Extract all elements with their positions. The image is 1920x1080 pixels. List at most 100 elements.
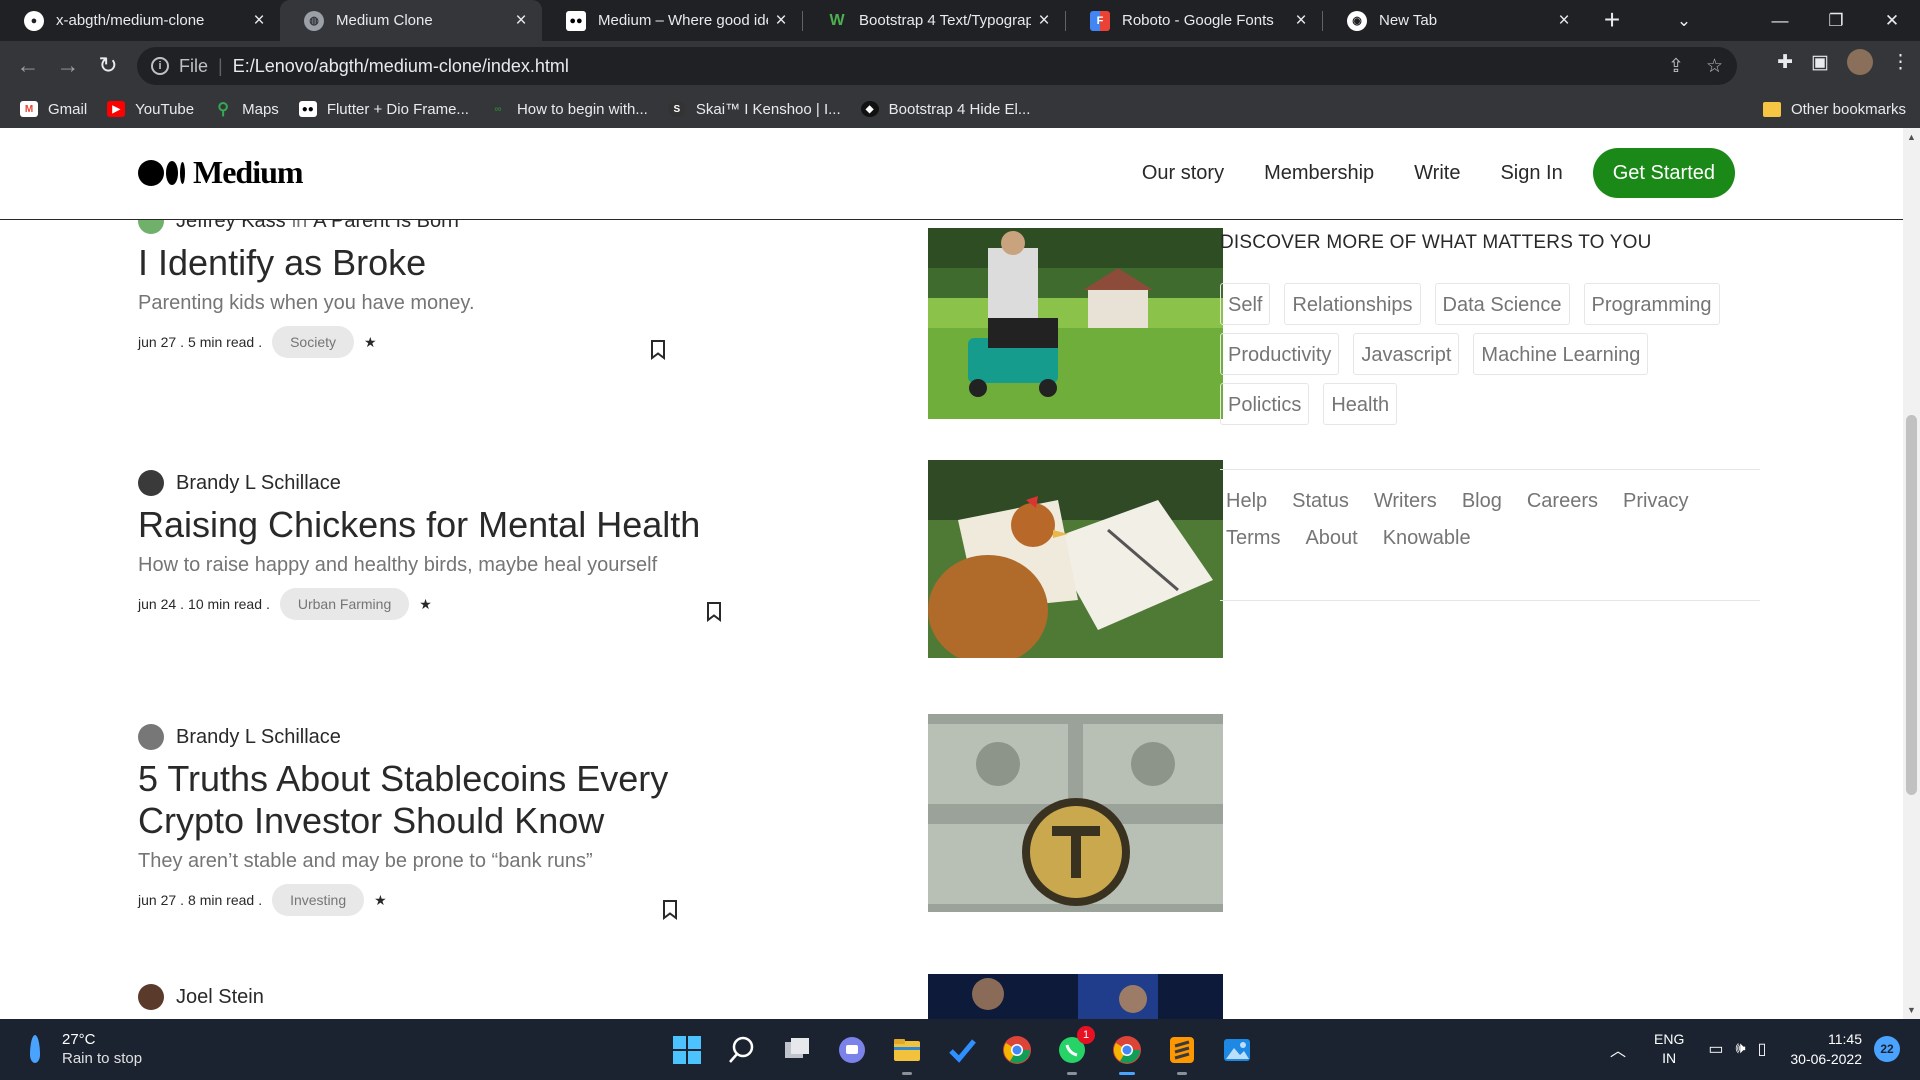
menu-icon[interactable]: ⋮ <box>1891 51 1910 74</box>
extensions-icon[interactable]: ✚ <box>1777 51 1793 74</box>
close-icon[interactable]: × <box>1551 10 1577 32</box>
new-tab-button[interactable]: + <box>1596 4 1628 36</box>
scroll-down-arrow[interactable]: ▼ <box>1903 1005 1920 1015</box>
battery-icon[interactable]: ▯ <box>1758 1039 1767 1059</box>
todo-button[interactable] <box>943 1031 981 1069</box>
tab-bootstrap[interactable]: W Bootstrap 4 Text/Typography × <box>803 0 1065 41</box>
tab-medium[interactable]: ●● Medium – Where good ideas find you × <box>542 0 802 41</box>
footer-link-terms[interactable]: Terms <box>1226 527 1280 550</box>
close-icon[interactable]: × <box>508 10 534 32</box>
share-icon[interactable]: ⇪ <box>1668 55 1684 78</box>
topic-chip[interactable]: Health <box>1323 383 1398 425</box>
bookmark-icon[interactable] <box>662 900 678 920</box>
bookmark-star-icon[interactable]: ☆ <box>1706 55 1723 78</box>
nav-membership[interactable]: Membership <box>1264 162 1374 185</box>
close-icon[interactable]: × <box>768 10 794 32</box>
start-button[interactable] <box>668 1031 706 1069</box>
scrollbar-thumb[interactable] <box>1906 415 1917 795</box>
bookmark-icon[interactable] <box>706 602 722 622</box>
footer-link-privacy[interactable]: Privacy <box>1623 490 1689 513</box>
topic-chip[interactable]: Machine Learning <box>1473 333 1649 375</box>
footer-link-help[interactable]: Help <box>1226 490 1267 513</box>
author-avatar[interactable] <box>138 724 164 750</box>
language-indicator[interactable]: ENG IN <box>1654 1030 1684 1068</box>
tag-chip[interactable]: Urban Farming <box>279 588 410 620</box>
topic-chip[interactable]: Programming <box>1583 283 1720 325</box>
bookmark-maps[interactable]: ⚲ Maps <box>214 101 279 119</box>
article-thumbnail[interactable] <box>928 460 1223 658</box>
tab-github[interactable]: ● x-abgth/medium-clone × <box>0 0 280 41</box>
search-button[interactable] <box>723 1031 761 1069</box>
bookmark-bootstrap-hide[interactable]: ◆ Bootstrap 4 Hide El... <box>860 101 1030 118</box>
chrome-taskbar-button[interactable] <box>998 1031 1036 1069</box>
article-thumbnail[interactable] <box>928 714 1223 912</box>
author-name[interactable]: Brandy L Schillace <box>176 472 341 495</box>
close-window-button[interactable]: ✕ <box>1864 11 1920 31</box>
topic-chip[interactable]: Polictics <box>1220 383 1310 425</box>
bookmark-skai[interactable]: S Skai™ I Kenshoo | I... <box>667 101 841 118</box>
network-icon[interactable]: ▭ <box>1708 1039 1723 1059</box>
whatsapp-button[interactable]: 1 <box>1053 1026 1095 1075</box>
url-text[interactable]: E:/Lenovo/abgth/medium-clone/index.html <box>233 56 569 77</box>
topic-chip[interactable]: Relationships <box>1284 283 1421 325</box>
profile-avatar[interactable] <box>1847 49 1873 75</box>
topic-chip[interactable]: Javascript <box>1353 333 1460 375</box>
article-thumbnail[interactable] <box>928 228 1223 419</box>
forward-button[interactable]: → <box>48 52 88 79</box>
page-scrollbar[interactable]: ▲ ▼ <box>1903 128 1920 1019</box>
author-avatar[interactable] <box>138 984 164 1010</box>
clock[interactable]: 11:45 30-06-2022 <box>1790 1029 1862 1069</box>
other-bookmarks[interactable]: Other bookmarks <box>1762 101 1906 118</box>
article-card[interactable]: Joel Stein <box>138 974 1223 1019</box>
chrome-active-button[interactable] <box>1108 1031 1146 1075</box>
topic-chip[interactable]: Data Science <box>1434 283 1570 325</box>
sublime-button[interactable] <box>1163 1031 1201 1075</box>
topic-chip[interactable]: Self <box>1220 283 1271 325</box>
article-title[interactable]: I Identify as Broke <box>138 242 738 284</box>
bookmark-gmail[interactable]: M Gmail <box>20 101 87 118</box>
reload-button[interactable]: ↻ <box>88 52 128 79</box>
address-bar[interactable]: i File | E:/Lenovo/abgth/medium-clone/in… <box>137 47 1737 85</box>
tag-chip[interactable]: Society <box>272 326 355 358</box>
volume-icon[interactable]: 🕪 <box>1735 1040 1745 1058</box>
bookmark-how-to-begin[interactable]: ∞ How to begin with... <box>489 101 647 118</box>
close-icon[interactable]: × <box>1288 10 1314 32</box>
scroll-up-arrow[interactable]: ▲ <box>1903 132 1920 142</box>
article-card[interactable]: Jeffrey Kass in A Parent Is Born I Ident… <box>138 208 1223 419</box>
footer-link-status[interactable]: Status <box>1292 490 1349 513</box>
article-card[interactable]: Brandy L Schillace Raising Chickens for … <box>138 460 1223 658</box>
nav-sign-in[interactable]: Sign In <box>1500 162 1562 185</box>
topic-chip[interactable]: Productivity <box>1220 333 1340 375</box>
article-title[interactable]: Raising Chickens for Mental Health <box>138 504 738 546</box>
chevron-up-icon[interactable]: ︿ <box>1610 1037 1626 1061</box>
tag-chip[interactable]: Investing <box>272 884 365 916</box>
medium-logo[interactable]: Medium <box>138 154 304 191</box>
article-title[interactable]: 5 Truths About Stablecoins Every Crypto … <box>138 758 738 842</box>
footer-link-knowable[interactable]: Knowable <box>1383 527 1471 550</box>
close-icon[interactable]: × <box>1031 10 1057 32</box>
author-name[interactable]: Brandy L Schillace <box>176 726 341 749</box>
footer-link-careers[interactable]: Careers <box>1527 490 1598 513</box>
article-card[interactable]: Brandy L Schillace 5 Truths About Stable… <box>138 714 1223 920</box>
footer-link-about[interactable]: About <box>1305 527 1357 550</box>
info-icon[interactable]: i <box>151 57 169 75</box>
tab-new-tab[interactable]: ◉ New Tab × <box>1323 0 1585 41</box>
tab-search-icon[interactable]: ⌄ <box>1656 11 1712 31</box>
footer-link-writers[interactable]: Writers <box>1374 490 1437 513</box>
get-started-button[interactable]: Get Started <box>1592 148 1735 198</box>
bookmark-flutter[interactable]: ●● Flutter + Dio Frame... <box>298 101 469 118</box>
weather-widget[interactable]: 27°C Rain to stop <box>30 1031 142 1067</box>
notification-count[interactable]: 22 <box>1874 1036 1900 1062</box>
photos-button[interactable] <box>1218 1031 1256 1069</box>
teams-chat-button[interactable] <box>833 1031 871 1069</box>
file-explorer-button[interactable] <box>888 1031 926 1075</box>
minimize-button[interactable]: — <box>1752 11 1808 31</box>
footer-link-blog[interactable]: Blog <box>1462 490 1502 513</box>
task-view-button[interactable] <box>778 1031 816 1069</box>
tab-google-fonts[interactable]: F Roboto - Google Fonts × <box>1066 0 1322 41</box>
bookmark-icon[interactable] <box>650 340 666 360</box>
article-thumbnail[interactable] <box>928 974 1223 1019</box>
nav-our-story[interactable]: Our story <box>1142 162 1224 185</box>
side-panel-icon[interactable]: ▣ <box>1811 51 1829 74</box>
back-button[interactable]: ← <box>8 52 48 79</box>
